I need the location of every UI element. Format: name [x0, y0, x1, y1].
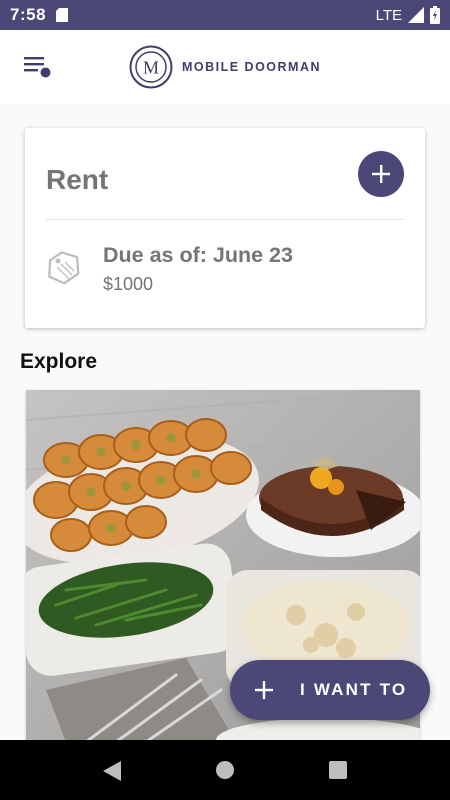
app-logo: M MOBILE DOORMAN: [129, 45, 321, 89]
rent-title: Rent: [46, 164, 109, 195]
i-want-to-button[interactable]: I WANT TO: [230, 660, 430, 720]
signal-icon: [408, 7, 424, 23]
card-divider: [46, 219, 404, 220]
status-bar: 7:58 LTE: [0, 0, 450, 30]
status-right: LTE: [376, 6, 440, 24]
network-type: LTE: [375, 6, 402, 24]
app-name: MOBILE DOORMAN: [181, 60, 322, 74]
plus-icon: [372, 165, 390, 183]
i-want-to-label: I WANT TO: [300, 680, 408, 699]
status-time: 7:58: [10, 5, 47, 24]
logo-letter: M: [143, 58, 159, 78]
back-icon[interactable]: [101, 760, 123, 782]
rent-card[interactable]: Rent Due as of: June 23 $1000: [25, 128, 425, 328]
menu-icon[interactable]: [22, 52, 54, 82]
sd-card-icon: [56, 8, 69, 22]
home-icon[interactable]: [215, 760, 235, 780]
due-date-label: Due as of: June 23: [103, 243, 293, 267]
rent-amount: $1000: [103, 274, 154, 294]
add-rent-button[interactable]: [358, 151, 404, 197]
price-tag-icon: [48, 251, 80, 285]
recents-icon[interactable]: [329, 761, 347, 779]
system-nav-bar: [0, 740, 450, 800]
explore-heading: Explore: [20, 350, 98, 373]
plus-icon: [255, 681, 273, 699]
battery-icon: [430, 6, 440, 24]
logo-badge-icon: M: [129, 45, 173, 89]
app-header: M MOBILE DOORMAN: [0, 30, 450, 104]
